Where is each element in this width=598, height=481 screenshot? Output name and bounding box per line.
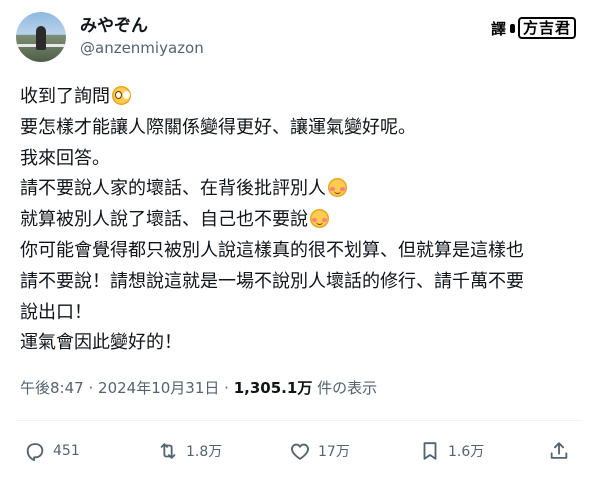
tweet-line-text: 收到了詢問 bbox=[20, 86, 110, 107]
tweet-line: 說出口！ bbox=[20, 298, 585, 329]
watermark-name: 方吉君 bbox=[517, 17, 576, 39]
share-button[interactable] bbox=[548, 440, 570, 462]
avatar[interactable] bbox=[16, 12, 66, 62]
pleading-face-emoji bbox=[112, 86, 131, 105]
bookmark-button[interactable]: 1.6万 bbox=[419, 440, 484, 462]
tweet-line: 要怎樣才能讓人際關係變得更好、讓運氣變好呢。 bbox=[20, 113, 585, 144]
translator-watermark: 譯 方吉君 bbox=[491, 17, 576, 39]
retweet-button[interactable]: 1.8万 bbox=[157, 440, 222, 462]
tweet-line-text: 我來回答。 bbox=[20, 147, 110, 169]
tweet-line-text: 要怎樣才能讓人際關係變得更好、讓運氣變好呢。 bbox=[20, 116, 416, 138]
meta-separator: · bbox=[88, 379, 94, 397]
reply-button[interactable]: 451 bbox=[24, 440, 80, 462]
reply-icon bbox=[26, 443, 44, 462]
blush-face-emoji bbox=[328, 178, 347, 198]
tweet-line-text: 請不要說人家的壞話、在背後批評別人 bbox=[20, 178, 326, 200]
like-button[interactable]: 17万 bbox=[289, 440, 350, 462]
tweet-line-text: 請不要說！請想說這就是一場不說別人壞話的修行、請千萬不要 bbox=[20, 270, 524, 292]
tweet-time[interactable]: 午後8:47 bbox=[20, 379, 84, 397]
tweet-header: みやぞん @anzenmiyazon bbox=[16, 12, 204, 62]
reply-count: 451 bbox=[53, 443, 80, 459]
watermark-prefix: 譯 bbox=[490, 19, 507, 38]
heart-icon bbox=[291, 443, 309, 460]
tweet-line: 你可能會覺得都只被別人說這樣真的很不划算、但就算是這樣也 bbox=[20, 236, 585, 267]
views-label: 件の表示 bbox=[317, 379, 378, 397]
author-display-name[interactable]: みやぞん bbox=[80, 15, 204, 37]
bookmark-icon bbox=[423, 442, 437, 460]
blush-face-emoji bbox=[310, 209, 329, 229]
tweet-line: 運氣會因此變好的！ bbox=[20, 328, 585, 359]
tweet-date[interactable]: 2024年10月31日 bbox=[98, 379, 219, 397]
watermark-dot bbox=[509, 23, 515, 33]
meta-separator: · bbox=[224, 379, 229, 397]
tweet-line-text: 說出口！ bbox=[20, 301, 92, 323]
divider bbox=[16, 420, 582, 421]
tweet-meta: 午後8:47 · 2024年10月31日 · 1,305.1万 件の表示 bbox=[20, 377, 377, 398]
avatar-figure bbox=[36, 26, 46, 50]
tweet-line: 請不要說人家的壞話、在背後批評別人 bbox=[20, 174, 585, 205]
like-count: 17万 bbox=[318, 444, 350, 460]
tweet-line: 請不要說！請想說這就是一場不說別人壞話的修行、請千萬不要 bbox=[20, 267, 585, 298]
tweet-line-text: 運氣會因此變好的！ bbox=[20, 332, 182, 354]
retweet-count: 1.8万 bbox=[186, 444, 223, 460]
tweet-line-text: 就算被別人說了壞話、自己也不要說 bbox=[20, 209, 308, 231]
share-icon bbox=[550, 442, 568, 459]
tweet-line: 我來回答。 bbox=[20, 144, 585, 175]
tweet-line: 就算被別人說了壞話、自己也不要說 bbox=[20, 205, 585, 236]
retweet-icon bbox=[160, 443, 176, 459]
views-count: 1,305.1万 bbox=[233, 379, 313, 397]
author-names: みやぞん @anzenmiyazon bbox=[80, 15, 204, 59]
tweet-text: 收到了詢問 要怎樣才能讓人際關係變得更好、讓運氣變好呢。 我來回答。 請不要說人… bbox=[20, 82, 585, 359]
bookmark-count: 1.6万 bbox=[448, 444, 485, 460]
author-handle[interactable]: @anzenmiyazon bbox=[80, 37, 204, 59]
action-bar: 451 1.8万 17万 1.6万 bbox=[0, 440, 598, 466]
tweet-line-text: 你可能會覺得都只被別人說這樣真的很不划算、但就算是這樣也 bbox=[20, 239, 524, 261]
tweet-line: 收到了詢問 bbox=[20, 82, 585, 113]
